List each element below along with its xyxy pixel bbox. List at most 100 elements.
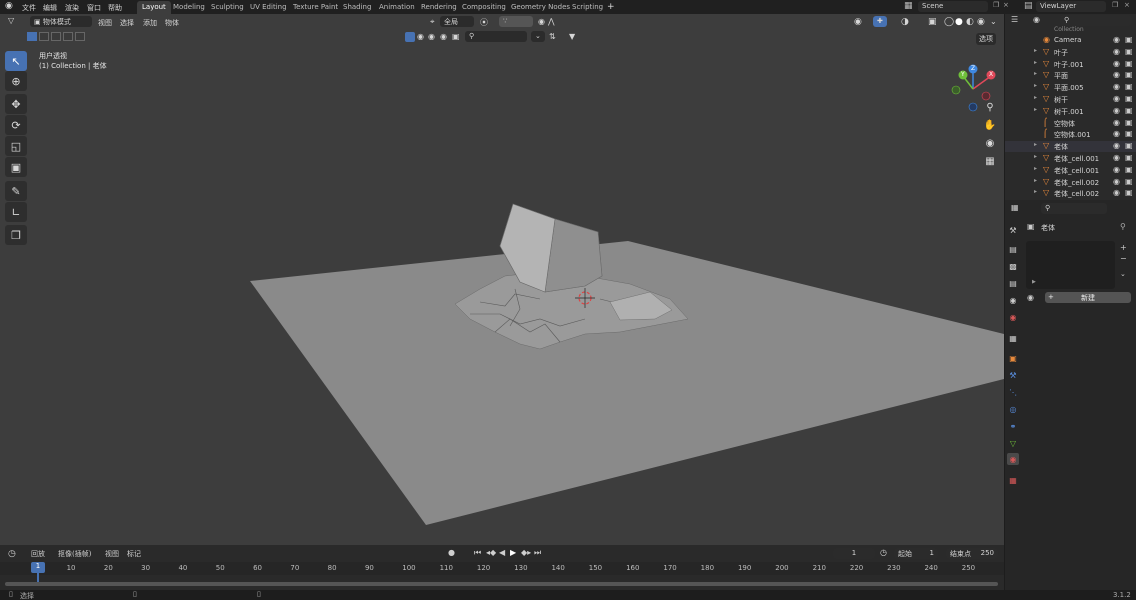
shading-options-icon[interactable]: ⌄ — [990, 17, 997, 26]
outliner-row[interactable]: ▸ ▽ 老体_cell.002 ◉ ▣ — [1005, 188, 1136, 199]
collection-tab-icon[interactable]: ▦ — [1007, 332, 1019, 344]
scene-close-icon[interactable]: × — [1003, 1, 1009, 9]
3d-viewport[interactable]: Z X Y ▽ ▣ 物体模式 视图 选择 添加 物体 ⌖ 全局 ⦿ ∵ ◉ ⋀ … — [0, 14, 1004, 545]
outliner-row[interactable]: ▸ ▽ 老体 ◉ ▣ — [1005, 141, 1136, 153]
proportional-edit-icon[interactable]: ◉ — [538, 17, 545, 26]
gizmo-toggle[interactable]: ✚ — [873, 16, 887, 27]
outliner-row[interactable]: ▸ ▽ 老体_cell.002 ◉ ▣ — [1005, 177, 1136, 188]
tool-transform[interactable]: ▣ — [5, 157, 27, 177]
render-camera-icon[interactable]: ▣ — [1125, 129, 1133, 138]
snap-toggle[interactable]: ∵ — [499, 16, 533, 27]
orientation-selector[interactable]: 全局 — [440, 16, 474, 27]
visibility-toggle-icon[interactable]: ◉ — [854, 17, 862, 27]
view-layer-close-icon[interactable]: × — [1124, 1, 1130, 9]
eye-icon[interactable]: ◉ — [1113, 47, 1120, 56]
outliner-row[interactable]: ▸ ▽ 树干 ◉ ▣ — [1005, 94, 1136, 105]
modifier-tab-icon[interactable]: ⚒ — [1007, 369, 1019, 381]
blender-logo-icon[interactable]: ◉ — [5, 1, 13, 11]
eye-icon[interactable]: ◉ — [1113, 94, 1120, 103]
options-button[interactable]: 选项 — [976, 33, 996, 45]
object-type-icon[interactable]: ◉ — [417, 32, 424, 41]
pan-button[interactable]: ✋ — [981, 116, 999, 134]
add-workspace-button[interactable]: + — [607, 2, 615, 12]
tab-shading[interactable]: Shading — [338, 1, 376, 14]
expand-arrow-icon[interactable]: ▸ — [1034, 70, 1037, 77]
tab-scripting[interactable]: Scripting — [567, 1, 608, 14]
list-expand-icon[interactable]: ▶ — [1032, 279, 1036, 285]
eye-icon[interactable]: ◉ — [1113, 165, 1120, 174]
tool-scale[interactable]: ◱ — [5, 136, 27, 156]
tool-add-cube[interactable]: ❐ — [5, 225, 27, 245]
tab-modeling[interactable]: Modeling — [168, 1, 210, 14]
eye-icon[interactable]: ◉ — [1113, 35, 1120, 44]
scene-selector[interactable]: Scene — [918, 1, 988, 12]
shading-solid-icon[interactable]: ● — [955, 17, 963, 27]
view-layer-copy-icon[interactable]: ❐ — [1112, 1, 1118, 9]
shading-wireframe-icon[interactable]: ◯ — [944, 17, 954, 27]
new-material-button[interactable]: + 新建 — [1045, 292, 1131, 303]
outliner-row[interactable]: ◉ Camera ◉ ▣ — [1005, 35, 1136, 46]
expand-arrow-icon[interactable]: ▸ — [1034, 165, 1037, 172]
eye-icon[interactable]: ◉ — [1113, 59, 1120, 68]
header-menu-select[interactable]: 选择 — [120, 18, 134, 28]
texture-tab-icon[interactable]: ▦ — [1007, 474, 1019, 486]
timeline-menu-marker[interactable]: 标记 — [127, 549, 141, 559]
tab-texture-paint[interactable]: Texture Paint — [288, 1, 343, 14]
filter-dropdown[interactable]: ⌄ — [531, 31, 545, 42]
render-camera-icon[interactable]: ▣ — [1125, 141, 1133, 150]
menu-render[interactable]: 渲染 — [65, 3, 79, 13]
properties-search-input[interactable]: ⚲ — [1041, 203, 1107, 214]
render-camera-icon[interactable]: ▣ — [1125, 82, 1133, 91]
play-icon[interactable]: ▶ — [510, 548, 516, 557]
shading-rendered-icon[interactable]: ◉ — [977, 17, 985, 27]
menu-help[interactable]: 帮助 — [108, 3, 122, 13]
object-tab-icon[interactable]: ▣ — [1007, 352, 1019, 364]
render-camera-icon[interactable]: ▣ — [1125, 59, 1133, 68]
material-slot-list[interactable] — [1026, 241, 1115, 289]
tab-compositing[interactable]: Compositing — [457, 1, 511, 14]
tab-sculpting[interactable]: Sculpting — [206, 1, 249, 14]
scene-tab-icon[interactable]: ◉ — [1007, 294, 1019, 306]
outliner-row[interactable]: ▸ ▽ 平面.005 ◉ ▣ — [1005, 82, 1136, 93]
render-tab-icon[interactable]: ▤ — [1007, 243, 1019, 255]
outliner-row[interactable]: ⌠ 空物体.001 ◉ ▣ — [1005, 129, 1136, 140]
xray-icon[interactable]: ▣ — [928, 17, 937, 27]
jump-end-icon[interactable]: ⏭ — [534, 548, 541, 558]
eye-icon[interactable]: ◉ — [1113, 82, 1120, 91]
eye-icon[interactable]: ◉ — [1113, 188, 1120, 197]
eye-icon[interactable]: ◉ — [1113, 106, 1120, 115]
remove-slot-button[interactable]: − — [1120, 254, 1127, 263]
viewport-search-input[interactable]: ⚲ — [465, 31, 527, 42]
header-menu-object[interactable]: 物体 — [165, 18, 179, 28]
menu-file[interactable]: 文件 — [22, 3, 36, 13]
overlay-toggle-icon[interactable]: ◑ — [901, 17, 909, 27]
render-filter-icon[interactable]: ▣ — [452, 32, 460, 41]
render-camera-icon[interactable]: ▣ — [1125, 188, 1133, 197]
start-frame-field[interactable]: 起始 1 — [894, 548, 938, 559]
mode-selector[interactable]: ▣ 物体模式 — [30, 16, 92, 27]
material-tab-icon[interactable]: ◉ — [1007, 453, 1019, 465]
outliner-row[interactable]: ▸ ▽ 叶子 ◉ ▣ — [1005, 47, 1136, 58]
slot-specials-icon[interactable]: ⌄ — [1120, 270, 1126, 278]
eye-icon[interactable]: ◉ — [1113, 70, 1120, 79]
outliner-row[interactable]: ▸ ▽ 叶子.001 ◉ ▣ — [1005, 59, 1136, 70]
pivot-point-icon[interactable]: ⦿ — [480, 17, 488, 28]
render-camera-icon[interactable]: ▣ — [1125, 153, 1133, 162]
render-camera-icon[interactable]: ▣ — [1125, 177, 1133, 186]
render-camera-icon[interactable]: ▣ — [1125, 165, 1133, 174]
jump-start-icon[interactable]: ⏮ — [474, 548, 481, 558]
gizmo-x-label[interactable]: X — [989, 71, 993, 78]
light-filter-icon[interactable]: ◉ — [440, 32, 447, 41]
editor-type-icon[interactable]: ▽ — [8, 16, 14, 25]
tool-rotate[interactable]: ⟳ — [5, 115, 27, 135]
particles-tab-icon[interactable]: ⋱ — [1007, 386, 1019, 398]
expand-arrow-icon[interactable]: ▸ — [1034, 82, 1037, 89]
pin-icon[interactable]: ⚲ — [1120, 222, 1126, 231]
outliner-row[interactable]: ▸ ▽ 平面 ◉ ▣ — [1005, 70, 1136, 81]
tool-move[interactable]: ✥ — [5, 94, 27, 114]
next-keyframe-icon[interactable]: ◆▸ — [521, 548, 531, 557]
expand-arrow-icon[interactable]: ▸ — [1034, 94, 1037, 101]
header-menu-view[interactable]: 视图 — [98, 18, 112, 28]
perspective-toggle-button[interactable]: ▦ — [981, 152, 999, 170]
auto-keying-icon[interactable]: ● — [448, 548, 455, 557]
